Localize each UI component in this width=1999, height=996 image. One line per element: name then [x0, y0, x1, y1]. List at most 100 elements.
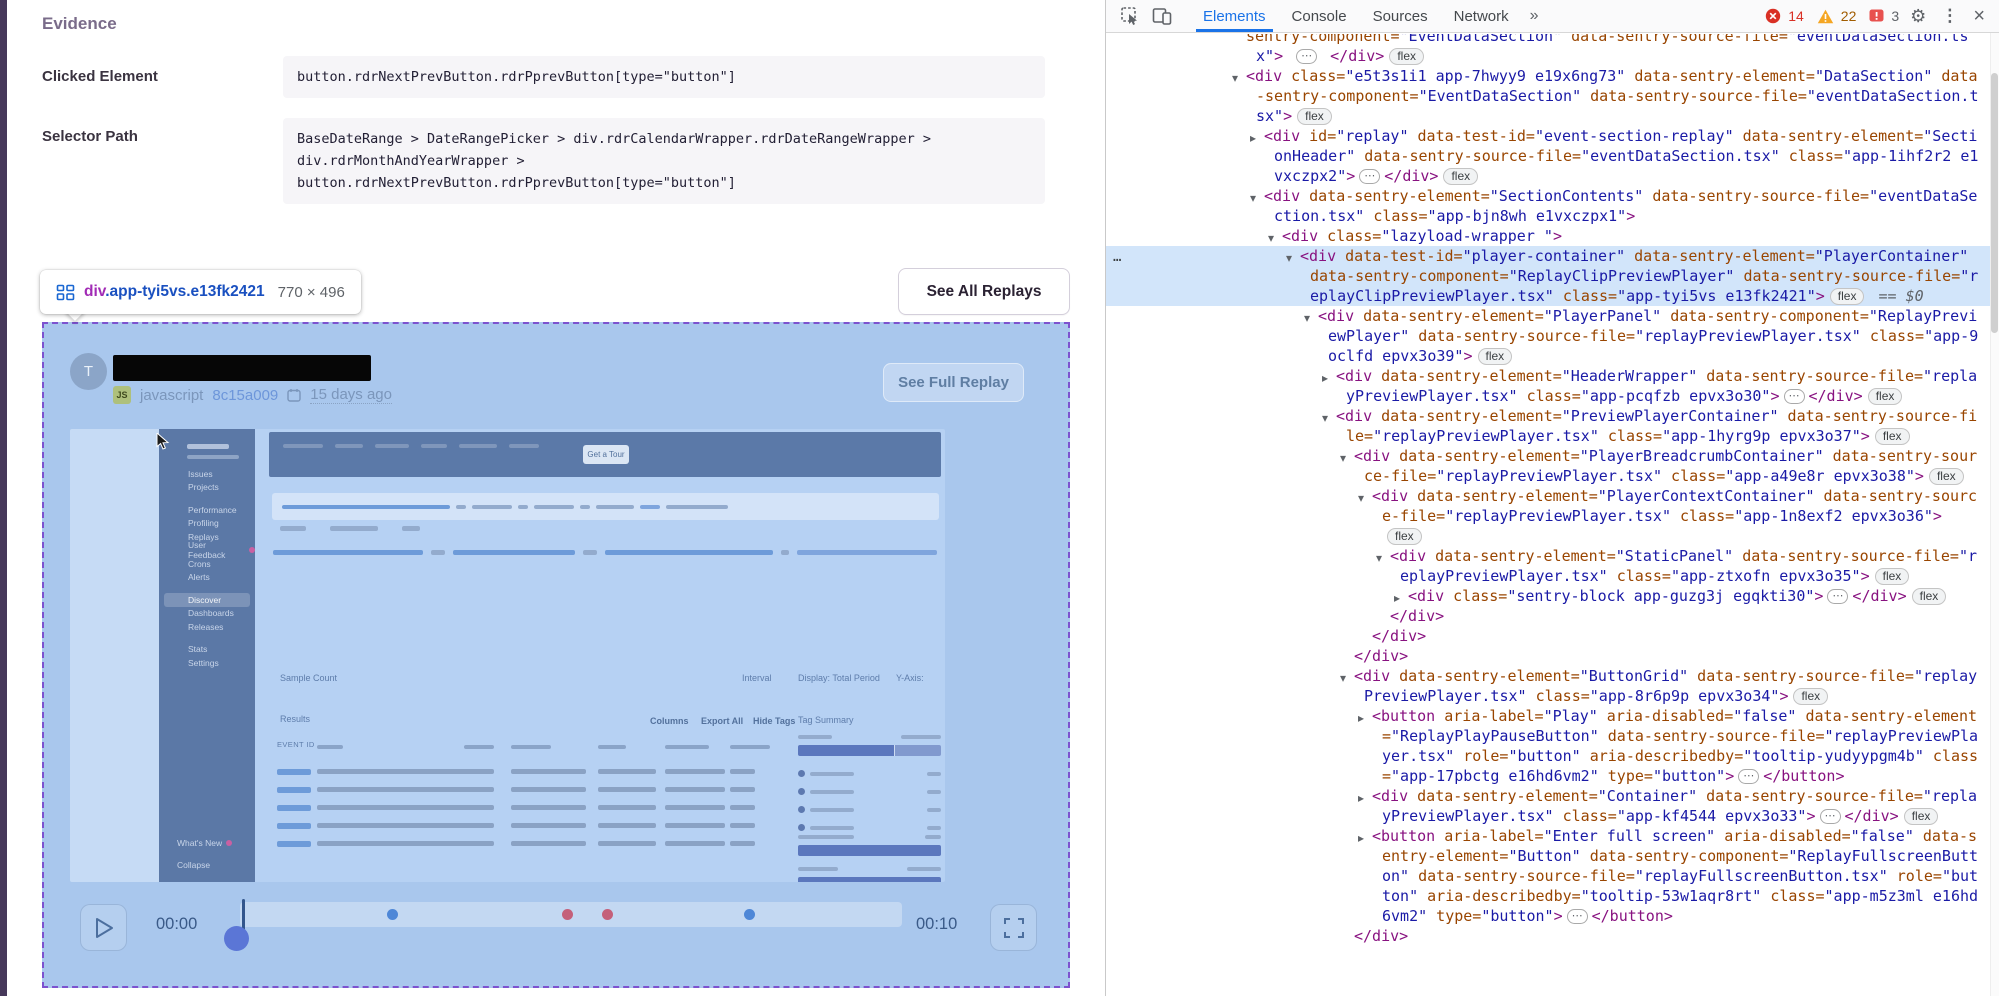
warning-count: 22 — [1841, 8, 1857, 24]
devtools-tree-row[interactable]: ▾<div data-sentry-element="PlayerBreadcr… — [1106, 446, 1999, 486]
expand-arrow-open-icon[interactable]: ▾ — [1232, 68, 1238, 88]
flex-badge: flex — [1443, 168, 1478, 185]
replay-age: 15 days ago — [310, 386, 392, 404]
devtools-tree-row[interactable]: </div> — [1106, 926, 1999, 946]
source-token: <div — [1246, 67, 1291, 85]
error-badge-icon[interactable] — [1765, 8, 1781, 24]
flex-badge: flex — [1875, 428, 1910, 445]
settings-gear-icon[interactable]: ⚙ — [1906, 6, 1930, 27]
tab-console[interactable]: Console — [1279, 0, 1360, 32]
thumb-tag-row — [798, 824, 941, 831]
devtools-scrollbar[interactable] — [1990, 33, 1999, 996]
expand-arrow-open-icon[interactable]: ▾ — [1286, 248, 1292, 268]
devtools-tree-row[interactable]: ▾<div data-sentry-element="PreviewPlayer… — [1106, 406, 1999, 446]
expand-arrow-closed-icon[interactable]: ▸ — [1394, 588, 1400, 608]
fullscreen-button[interactable] — [990, 904, 1037, 951]
redacted-username — [113, 355, 371, 381]
source-token: data-sentry-element= — [1399, 447, 1580, 465]
devtools-tree-row[interactable]: </div> — [1106, 626, 1999, 646]
thumb-tag-summary-title: Tag Summary — [798, 715, 854, 725]
play-icon — [93, 916, 115, 940]
timeline-scrubber-handle[interactable] — [224, 926, 249, 951]
selector-path-label: Selector Path — [42, 128, 138, 145]
source-token: > — [1274, 47, 1292, 65]
thumb-yaxis-label: Y-Axis: — [896, 673, 924, 683]
close-devtools-icon[interactable]: × — [1969, 5, 1989, 28]
devtools-tree-row[interactable]: ▾<div class="lazyload-wrapper "> — [1106, 226, 1999, 246]
expand-arrow-open-icon[interactable]: ▾ — [1304, 308, 1310, 328]
timeline-track[interactable] — [240, 902, 902, 927]
devtools-tree-row[interactable]: ▸<div data-sentry-element="Container" da… — [1106, 786, 1999, 826]
source-token: data-sentry-element= — [1625, 247, 1815, 265]
source-token: <div — [1408, 587, 1453, 605]
source-token: "false" — [1733, 707, 1796, 725]
expand-arrow-closed-icon[interactable]: ▸ — [1322, 368, 1328, 388]
source-token: class= — [1291, 67, 1345, 85]
replay-id-link[interactable]: 8c15a009 — [212, 387, 278, 404]
source-token: </div> — [1384, 167, 1438, 185]
source-token: <div — [1264, 127, 1309, 145]
devtools-tree-row[interactable]: ▾<div data-sentry-element="SectionConten… — [1106, 186, 1999, 226]
devtools-tree-row[interactable]: </div> — [1106, 646, 1999, 666]
kebab-menu-icon[interactable]: ⋮ — [1937, 6, 1962, 26]
see-all-replays-button[interactable]: See All Replays — [898, 268, 1070, 315]
source-token: data-sentry-source-file= — [1697, 787, 1923, 805]
source-token: "e5t3s1i1 app-7hwyy9 e19x6ng73" — [1345, 67, 1625, 85]
expand-arrow-closed-icon[interactable]: ▸ — [1358, 788, 1364, 808]
source-token: data-sentry-component= — [1581, 847, 1789, 865]
source-token: data-sentry-source-file= — [1562, 34, 1788, 45]
warning-badge-icon[interactable] — [1817, 9, 1834, 24]
devtools-tree-row[interactable]: ▸<div class="sentry-block app-guzg3j egq… — [1106, 586, 1999, 606]
devtools-tree-row[interactable]: ▸<div id="replay" data-test-id="event-se… — [1106, 126, 1999, 186]
devtools-tree-row[interactable]: ▾<div data-sentry-element="PlayerPanel" … — [1106, 306, 1999, 366]
expand-arrow-open-icon[interactable]: ▾ — [1250, 188, 1256, 208]
thumb-get-a-tour-button: Get a Tour — [583, 445, 629, 464]
devtools-scroll-thumb[interactable] — [1991, 73, 1998, 333]
devtools-toolbar-right: 14 22 3 ⚙ ⋮ × — [1765, 5, 1989, 28]
see-full-replay-button[interactable]: See Full Replay — [883, 363, 1024, 402]
devtools-tree-row[interactable]: ▾<div data-sentry-element="PlayerContext… — [1106, 486, 1999, 546]
badge-dot — [249, 547, 255, 553]
devtools-tree-row[interactable]: ▸<div data-sentry-element="HeaderWrapper… — [1106, 366, 1999, 406]
source-token: class= — [1527, 687, 1590, 705]
inspect-element-icon[interactable] — [1120, 6, 1140, 26]
source-token: "lazyload-wrapper " — [1381, 227, 1553, 245]
devtools-tree-row[interactable]: ▸<button aria-label="Enter full screen" … — [1106, 826, 1999, 926]
devtools-tree-row[interactable]: ▸<button aria-label="Play" aria-disabled… — [1106, 706, 1999, 786]
devtools-tree-row[interactable]: sentry-component="EventDataSection" data… — [1106, 34, 1999, 66]
expand-arrow-open-icon[interactable]: ▾ — [1376, 548, 1382, 568]
timeline-error-dot — [562, 909, 573, 920]
expand-arrow-open-icon[interactable]: ▾ — [1358, 488, 1364, 508]
expand-arrow-open-icon[interactable]: ▾ — [1268, 228, 1274, 248]
source-token: </div> — [1354, 647, 1408, 665]
tab-sources[interactable]: Sources — [1360, 0, 1441, 32]
source-token: data-sentry-element= — [1734, 127, 1924, 145]
devtools-tree-row[interactable]: ▾<div data-sentry-element="StaticPanel" … — [1106, 546, 1999, 586]
tab-network[interactable]: Network — [1441, 0, 1522, 32]
expand-arrow-open-icon[interactable]: ▾ — [1322, 408, 1328, 428]
tab-elements[interactable]: Elements — [1190, 0, 1279, 32]
collapsed-content-icon: ⋯ — [1567, 909, 1588, 924]
source-token: "PlayerContainer" — [1815, 247, 1969, 265]
device-toolbar-icon[interactable] — [1152, 7, 1172, 25]
source-token: "DataSection" — [1815, 67, 1932, 85]
more-tabs-chevron[interactable]: » — [1522, 7, 1547, 25]
source-token: data-test-id= — [1409, 127, 1535, 145]
expand-arrow-closed-icon[interactable]: ▸ — [1250, 128, 1256, 148]
play-button[interactable] — [80, 904, 127, 951]
source-token: aria-describedby= — [1581, 747, 1744, 765]
devtools-tree-row[interactable]: ▾<div data-sentry-element="ButtonGrid" d… — [1106, 666, 1999, 706]
expand-arrow-closed-icon[interactable]: ▸ — [1358, 708, 1364, 728]
expand-arrow-closed-icon[interactable]: ▸ — [1358, 828, 1364, 848]
devtools-tree-row[interactable]: ▾…<div data-test-id="player-container" d… — [1106, 246, 1999, 306]
devtools-tree-row[interactable]: ▾ <div class="e5t3s1i1 app-7hwyy9 e19x6ng… — [1106, 66, 1999, 126]
thumb-sidebar-item-stats: Stats — [159, 643, 255, 657]
issues-badge-icon[interactable] — [1869, 9, 1884, 24]
expand-arrow-open-icon[interactable]: ▾ — [1340, 668, 1346, 688]
selected-row-menu-dots[interactable]: … — [1113, 247, 1122, 267]
source-token: "app-1hyrg9p epvx3o37" — [1662, 427, 1861, 445]
devtools-tree-row[interactable]: </div> — [1106, 606, 1999, 626]
source-token: > — [1626, 207, 1635, 225]
source-token: "app-17pbctg e16hd6vm2" — [1391, 767, 1599, 785]
expand-arrow-open-icon[interactable]: ▾ — [1340, 448, 1346, 468]
